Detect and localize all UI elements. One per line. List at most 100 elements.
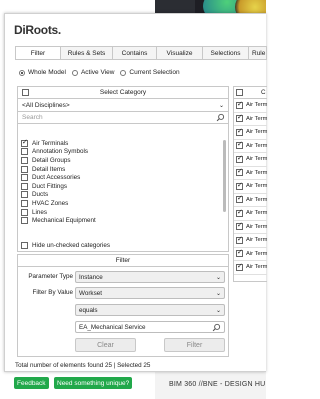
category-item[interactable]: Duct Accessories bbox=[21, 173, 217, 182]
category-item-label: Ducts bbox=[32, 191, 49, 199]
category-checkbox[interactable] bbox=[21, 148, 28, 156]
filter-value-input[interactable]: EA_Mechanical Service bbox=[75, 321, 225, 333]
tab-contains[interactable]: Contains bbox=[113, 46, 157, 60]
hide-unchecked-checkbox[interactable] bbox=[21, 242, 28, 249]
results-list: Air Termi Air Termi Air Termi Air Termi Air … bbox=[234, 99, 267, 275]
result-checkbox[interactable] bbox=[236, 167, 243, 177]
result-checkbox[interactable] bbox=[236, 100, 243, 109]
category-checkbox[interactable] bbox=[21, 138, 28, 147]
category-item[interactable]: Duct Fittings bbox=[21, 182, 217, 191]
category-checkbox[interactable] bbox=[21, 182, 28, 190]
result-row-label: Air Termi bbox=[246, 183, 267, 190]
category-checkbox[interactable] bbox=[21, 174, 28, 182]
status-text: Total number of elements found 25 | Sele… bbox=[15, 362, 151, 369]
filter-dialog: DiRoots. Filter Rules & Sets Contains Vi… bbox=[4, 13, 267, 389]
result-row[interactable]: Air Termi bbox=[234, 113, 267, 126]
result-row-label: Air Termi bbox=[246, 156, 267, 163]
category-panel: Select Category <All Disciplines> ⌄ Sear… bbox=[17, 86, 229, 252]
category-item[interactable]: Ducts bbox=[21, 191, 217, 200]
clear-button[interactable]: Clear bbox=[75, 338, 136, 352]
category-search-input[interactable]: Search bbox=[18, 112, 228, 124]
result-checkbox[interactable] bbox=[236, 140, 243, 150]
result-row-label: Air Termi bbox=[246, 102, 267, 109]
category-item-label: Mechanical Equipment bbox=[32, 217, 96, 225]
results-select-all-checkbox[interactable] bbox=[236, 89, 243, 96]
result-checkbox[interactable] bbox=[236, 154, 243, 163]
result-row[interactable]: Air Termi bbox=[234, 140, 267, 153]
result-checkbox[interactable] bbox=[236, 248, 243, 258]
result-checkbox[interactable] bbox=[236, 194, 243, 204]
search-icon[interactable] bbox=[216, 113, 225, 122]
result-row[interactable]: Air Termi bbox=[234, 221, 267, 234]
select-all-checkbox[interactable] bbox=[22, 89, 29, 96]
category-item[interactable]: Lines bbox=[21, 208, 217, 217]
category-checkbox[interactable] bbox=[21, 156, 28, 164]
result-row-label: Air Termi bbox=[246, 223, 267, 230]
feedback-button[interactable]: Feedback bbox=[14, 377, 49, 389]
tab-filter[interactable]: Filter bbox=[15, 46, 61, 60]
need-something-unique-button[interactable]: Need something unique? bbox=[54, 377, 133, 389]
result-checkbox[interactable] bbox=[236, 221, 243, 231]
result-checkbox[interactable] bbox=[236, 113, 243, 123]
background-footer-text: BIM 360 //BNE - DESIGN HU bbox=[169, 381, 266, 388]
category-item[interactable]: Air Terminals bbox=[21, 138, 217, 148]
category-checkbox[interactable] bbox=[21, 165, 28, 173]
result-checkbox[interactable] bbox=[236, 181, 243, 190]
background-footer: BIM 360 //BNE - DESIGN HU bbox=[155, 372, 266, 399]
category-item[interactable]: Detail Items bbox=[21, 165, 217, 174]
tab-rules-sets[interactable]: Rules & Sets bbox=[61, 46, 113, 60]
category-list-scrollbar[interactable] bbox=[223, 140, 226, 212]
result-row-label: Air Termi bbox=[246, 142, 267, 149]
radio-current-selection[interactable]: Current Selection bbox=[120, 69, 180, 76]
result-checkbox[interactable] bbox=[236, 208, 243, 217]
category-checkbox[interactable] bbox=[21, 208, 28, 216]
category-item[interactable]: Annotation Symbols bbox=[21, 148, 217, 157]
result-row[interactable]: Air Termi bbox=[234, 180, 267, 194]
tab-divider bbox=[15, 59, 267, 60]
chevron-down-icon: ⌄ bbox=[215, 308, 221, 314]
category-item[interactable]: HVAC Zones bbox=[21, 199, 217, 208]
discipline-dropdown[interactable]: <All Disciplines> ⌄ bbox=[18, 99, 228, 112]
category-item[interactable]: Mechanical Equipment bbox=[21, 216, 217, 225]
result-row[interactable]: Air Termi bbox=[234, 261, 267, 275]
tab-visualize[interactable]: Visualize bbox=[157, 46, 203, 60]
operator-select[interactable]: equals ⌄ bbox=[75, 304, 225, 316]
tab-rule[interactable]: Rule bbox=[249, 46, 267, 60]
category-item-label: Air Terminals bbox=[32, 139, 69, 147]
radio-indicator[interactable] bbox=[19, 69, 25, 76]
result-row-label: Air Termi bbox=[246, 169, 267, 176]
result-checkbox[interactable] bbox=[236, 262, 243, 271]
filter-by-value-label: Filter By Value bbox=[32, 289, 73, 296]
result-row[interactable]: Air Termi bbox=[234, 194, 267, 207]
result-row[interactable]: Air Termi bbox=[234, 99, 267, 113]
search-icon[interactable] bbox=[212, 323, 221, 332]
result-checkbox[interactable] bbox=[236, 235, 243, 244]
filter-panel: Filter Parameter Type Instance ⌄ Filter B… bbox=[17, 254, 229, 357]
result-row-label: Air Termi bbox=[246, 129, 267, 136]
result-row[interactable]: Air Termi bbox=[234, 248, 267, 261]
category-item-label: HVAC Zones bbox=[32, 199, 69, 207]
result-row[interactable]: Air Termi bbox=[234, 234, 267, 248]
result-checkbox[interactable] bbox=[236, 127, 243, 136]
filter-by-value-select[interactable]: Workset ⌄ bbox=[75, 287, 225, 299]
filter-button[interactable]: Filter bbox=[164, 338, 225, 352]
radio-whole-model[interactable]: Whole Model bbox=[19, 69, 66, 76]
radio-active-view[interactable]: Active View bbox=[71, 69, 114, 76]
category-item-label: Duct Fittings bbox=[32, 182, 67, 190]
category-header: Select Category bbox=[18, 87, 228, 99]
category-checkbox[interactable] bbox=[21, 191, 28, 199]
hide-unchecked-toggle[interactable]: Hide un-checked categories bbox=[21, 242, 110, 249]
result-row[interactable]: Air Termi bbox=[234, 153, 267, 167]
result-row[interactable]: Air Termi bbox=[234, 167, 267, 180]
radio-indicator[interactable] bbox=[120, 69, 127, 76]
radio-indicator[interactable] bbox=[71, 69, 78, 76]
parameter-type-select[interactable]: Instance ⌄ bbox=[75, 271, 225, 283]
result-row[interactable]: Air Termi bbox=[234, 126, 267, 140]
category-item[interactable]: Detail Groups bbox=[21, 156, 217, 165]
category-checkbox[interactable] bbox=[21, 217, 28, 225]
category-checkbox[interactable] bbox=[21, 199, 28, 207]
tab-selections[interactable]: Selections bbox=[203, 46, 249, 60]
parameter-type-label: Parameter Type bbox=[28, 273, 73, 280]
result-row[interactable]: Air Termi bbox=[234, 207, 267, 221]
category-item-label: Annotation Symbols bbox=[32, 148, 89, 156]
